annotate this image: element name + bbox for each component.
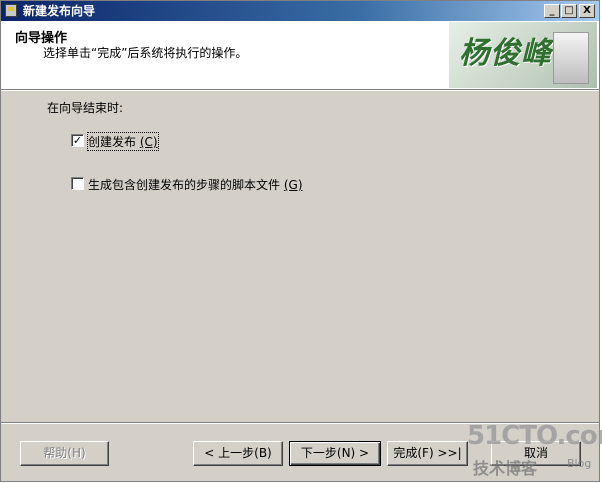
finish-button[interactable]: 完成(F) >>|	[387, 441, 468, 466]
next-button[interactable]: 下一步(N) >	[289, 441, 381, 466]
page-subtitle: 选择单击“完成”后系统将执行的操作。	[43, 46, 248, 60]
wizard-window: 新建发布向导 _ □ X 向导操作 选择单击“完成”后系统将执行的操作。 杨俊峰…	[0, 0, 602, 482]
minimize-button[interactable]: _	[544, 4, 560, 18]
back-button[interactable]: < 上一步(B)	[193, 441, 283, 466]
box-icon	[553, 32, 589, 84]
maximize-button[interactable]: □	[561, 4, 577, 18]
logo-text: 杨俊峰	[459, 36, 552, 71]
title-bar[interactable]: 新建发布向导 _ □ X	[1, 1, 599, 21]
app-icon	[5, 4, 17, 17]
create-publication-label[interactable]: 创建发布 (C)	[87, 132, 159, 151]
wizard-header: 向导操作 选择单击“完成”后系统将执行的操作。 杨俊峰	[1, 21, 599, 91]
cancel-button[interactable]: 取消	[491, 441, 581, 466]
footer-divider	[1, 422, 599, 424]
header-logo: 杨俊峰	[449, 22, 597, 88]
window-title: 新建发布向导	[23, 4, 96, 18]
wizard-content: 在向导结束时: ✓ 创建发布 (C) 生成包含创建发布的步骤的脚本文件 (G)	[1, 91, 599, 421]
help-button[interactable]: 帮助(H)	[20, 441, 109, 466]
generate-script-checkbox[interactable]	[71, 177, 84, 190]
close-button[interactable]: X	[579, 4, 595, 18]
section-label: 在向导结束时:	[47, 101, 124, 115]
generate-script-label[interactable]: 生成包含创建发布的步骤的脚本文件 (G)	[88, 176, 303, 193]
create-publication-checkbox[interactable]: ✓	[71, 134, 84, 147]
